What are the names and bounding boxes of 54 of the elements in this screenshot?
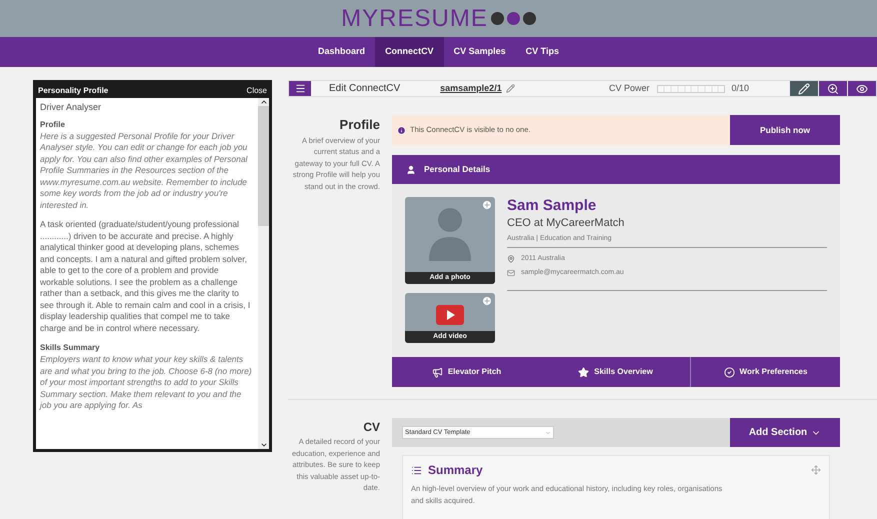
power-meter xyxy=(657,84,726,92)
tool-button[interactable] xyxy=(789,81,818,96)
section-title: CV xyxy=(363,419,380,436)
panel-text: A task oriented (graduate/student/young professional ............) driven to be accurate and precise. A highly analytical thinker good at developing plans, schemes and concepts. I am a natural and gifted problem solver, able to get to the core of a problem and provide workable solutions. I see the problem as a challenge rather than a setback, and this gives me the clarity to see through it. Able to remain calm and cool in a crisis, I display leadership qualities that compel me to take charge and be in control where necessary. xyxy=(40,219,252,334)
list-icon xyxy=(411,464,422,476)
summary-title: Summary xyxy=(428,462,483,479)
panel-title: Personality Profile xyxy=(38,84,108,96)
check-circle-icon xyxy=(724,366,735,378)
menu-button[interactable] xyxy=(289,81,311,96)
person-name: Sam Sample xyxy=(507,197,598,215)
close-button[interactable]: Close xyxy=(246,84,267,96)
info-icon xyxy=(397,126,406,134)
profile-action-button[interactable]: Skills Overview xyxy=(541,357,690,387)
job-title: CEO at MyCareerMatch xyxy=(507,216,626,231)
publish-button[interactable]: Publish now xyxy=(730,115,840,145)
eye-icon xyxy=(856,82,868,94)
scrollbar[interactable] xyxy=(258,98,269,449)
search-icon xyxy=(827,82,839,94)
section-title: Profile xyxy=(340,116,380,134)
panel-text: Skills Summary xyxy=(40,342,101,354)
scroll-down-icon[interactable] xyxy=(260,441,268,449)
panel-text: Here is a suggested Personal Profile for your Driver Analyser style. You can edit or change for each job you apply for. You can also find other examples of Personal Profile Summaries in the Resources section of the www.myresume.com.au website. Remember to include some key words from the job ad or industry you're interested in. xyxy=(40,130,248,211)
plus-icon xyxy=(483,297,491,305)
pin-icon xyxy=(507,255,515,264)
nav-tab[interactable]: CV Samples xyxy=(444,37,516,67)
menu-icon xyxy=(294,83,306,94)
panel-text: Employers want to know what your key skills & talents are and what you bring to the job. Choose 6-8 (no more) of your most important strengths to add to your Skills Summary section. Make them relevant to you and the job you are applying for. As xyxy=(40,354,253,412)
power-label: CV Power xyxy=(608,82,650,95)
avatar-icon xyxy=(429,207,471,261)
panel-text: Profile xyxy=(40,118,66,130)
pencil-icon[interactable] xyxy=(506,84,515,93)
nav-tab[interactable]: Dashboard xyxy=(308,37,376,67)
play-icon xyxy=(436,305,464,325)
profile-action-button[interactable]: Work Preferences xyxy=(690,357,840,387)
nav-tab[interactable]: ConnectCV xyxy=(375,37,444,67)
star-icon xyxy=(578,366,590,378)
add-section-button[interactable]: Add Section xyxy=(730,418,840,447)
mail-icon xyxy=(507,268,515,277)
dropdown-icon xyxy=(545,430,551,436)
pencil-icon xyxy=(798,82,810,94)
cv-name-link[interactable]: samsample2/1 xyxy=(440,82,502,96)
toolbar-title: Edit ConnectCV xyxy=(329,82,400,96)
power-reading: 0/10 xyxy=(731,82,749,95)
megaphone-icon xyxy=(432,366,443,378)
details-title: Personal Details xyxy=(424,163,490,176)
scroll-up-icon[interactable] xyxy=(260,98,268,106)
panel-text: Driver Analyser xyxy=(40,101,102,114)
plus-icon xyxy=(483,201,491,209)
tool-button[interactable] xyxy=(818,81,847,96)
tool-button[interactable] xyxy=(847,81,876,96)
person-icon xyxy=(406,164,416,174)
nav-tab[interactable]: CV Tips xyxy=(516,37,569,67)
logo-text: MYRESUME xyxy=(341,4,488,34)
profile-action-button[interactable]: Elevator Pitch xyxy=(392,357,541,387)
